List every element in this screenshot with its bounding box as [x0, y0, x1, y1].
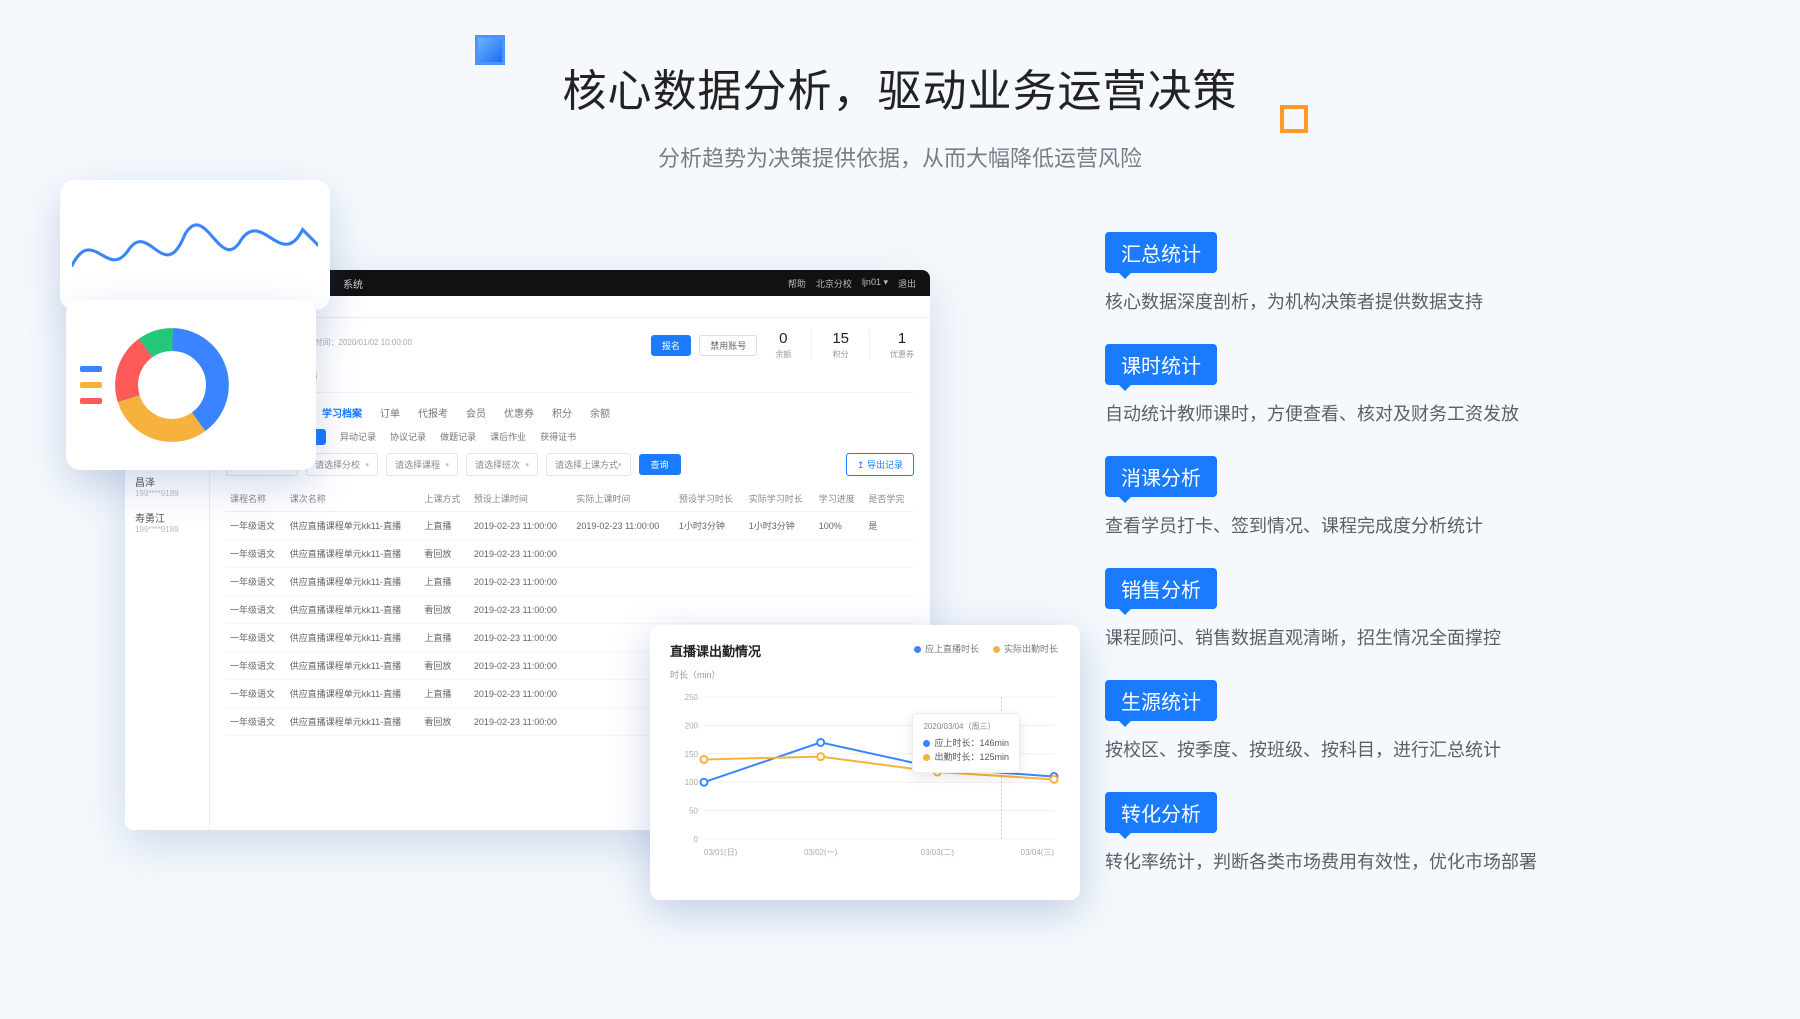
- table-row[interactable]: 一年级语文供应直播课程单元kk11-直播看回放2019-02-23 11:00:…: [226, 540, 914, 568]
- top-menu-item[interactable]: 系统: [343, 276, 363, 291]
- feature-desc: 核心数据深度剖析，为机构决策者提供数据支持: [1105, 289, 1705, 316]
- inner-tab[interactable]: 做题记录: [440, 432, 476, 442]
- profile-stat: 0余额: [775, 330, 791, 360]
- table-header: 实际学习时长: [745, 486, 815, 512]
- feature-desc: 自动统计教师课时，方便查看、核对及财务工资发放: [1105, 401, 1705, 428]
- feature-desc: 转化率统计，判断各类市场费用有效性，优化市场部署: [1105, 849, 1705, 876]
- feature-item: 课时统计自动统计教师课时，方便查看、核对及财务工资发放: [1105, 344, 1705, 428]
- section-tab[interactable]: 余额: [590, 405, 610, 420]
- attendance-chart-card: 直播课出勤情况 应上直播时长 实际出勤时长 时长（min） 0501001502…: [650, 625, 1080, 900]
- feature-desc: 查看学员打卡、签到情况、课程完成度分析统计: [1105, 513, 1705, 540]
- inner-tab[interactable]: 协议记录: [390, 432, 426, 442]
- feature-item: 转化分析转化率统计，判断各类市场费用有效性，优化市场部署: [1105, 792, 1705, 876]
- filter-mode[interactable]: 请选择上课方式: [546, 453, 631, 476]
- feature-tag: 销售分析: [1105, 568, 1217, 609]
- svg-text:03/03(二): 03/03(二): [921, 848, 955, 857]
- feature-tag: 课时统计: [1105, 344, 1217, 385]
- svg-text:250: 250: [685, 693, 699, 702]
- table-header: 上课方式: [420, 486, 470, 512]
- svg-text:03/04(三): 03/04(三): [1021, 848, 1055, 857]
- feature-item: 生源统计按校区、按季度、按班级、按科目，进行汇总统计: [1105, 680, 1705, 764]
- profile-stat: 15积分: [811, 330, 849, 360]
- top-right-item[interactable]: 退出: [898, 277, 916, 290]
- section-tab[interactable]: 订单: [380, 405, 400, 420]
- svg-text:03/01(日): 03/01(日): [704, 848, 738, 857]
- top-right: 帮助北京分校 ljn01 ▾ 退出: [788, 277, 916, 290]
- feature-desc: 按校区、按季度、按班级、按科目，进行汇总统计: [1105, 737, 1705, 764]
- hero-subtitle: 分析趋势为决策提供依据，从而大幅降低运营风险: [0, 141, 1800, 173]
- table-header: 实际上课时间: [572, 486, 674, 512]
- accent-square-blue: [475, 35, 505, 65]
- table-header: 预设上课时间: [470, 486, 572, 512]
- feature-tag: 转化分析: [1105, 792, 1217, 833]
- filter-course[interactable]: 请选择课程: [386, 453, 458, 476]
- svg-text:50: 50: [689, 807, 698, 816]
- table-header: 预设学习时长: [675, 486, 745, 512]
- disable-account-button[interactable]: 禁用账号: [699, 335, 757, 356]
- table-header: 学习进度: [815, 486, 865, 512]
- feature-tag: 生源统计: [1105, 680, 1217, 721]
- top-right-item[interactable]: ljn01 ▾: [862, 277, 888, 290]
- profile-stats: 0余额 15积分 1优惠券: [775, 330, 914, 360]
- export-button[interactable]: ↥ 导出记录: [846, 453, 914, 476]
- table-header: 是否学完: [864, 486, 914, 512]
- inner-tab[interactable]: 异动记录: [340, 432, 376, 442]
- svg-text:03/02(一): 03/02(一): [804, 848, 838, 857]
- screenshot-stage: 教学运营题库资源财务数据系统 帮助北京分校ljn01 ▾退出 管理班级管理学员通…: [60, 170, 1020, 870]
- svg-text:100: 100: [685, 778, 699, 787]
- table-row[interactable]: 一年级语文供应直播课程单元kk11-直播看回放2019-02-23 11:00:…: [226, 596, 914, 624]
- svg-text:0: 0: [694, 835, 699, 844]
- filter-class[interactable]: 请选择班次: [466, 453, 538, 476]
- inner-tab-row: 学习概况 上课记录异动记录协议记录做题记录课后作业获得证书: [226, 430, 914, 443]
- section-tab[interactable]: 代报考: [418, 405, 448, 420]
- table-header: 课程名称: [226, 486, 286, 512]
- chart-legend: 应上直播时长 实际出勤时长: [914, 642, 1058, 655]
- donut-card: [66, 300, 316, 470]
- section-tab[interactable]: 优惠券: [504, 405, 534, 420]
- profile-header: 全卿致 ○ 最后登录时间：2020/01/02 10:00:00 用户户：Ian…: [226, 330, 914, 393]
- wave-card: [60, 180, 330, 310]
- donut-legend: [80, 356, 102, 414]
- chart-tooltip: 2020/03/04（周三） 应上时长：146min 出勤时长：125min: [912, 713, 1020, 773]
- table-row[interactable]: 一年级语文供应直播课程单元kk11-直播上直播2019-02-23 11:00:…: [226, 512, 914, 540]
- table-header: 课次名称: [286, 486, 421, 512]
- feature-tag: 汇总统计: [1105, 232, 1217, 273]
- table-row[interactable]: 一年级语文供应直播课程单元kk11-直播上直播2019-02-23 11:00:…: [226, 568, 914, 596]
- table-header-row: 课程名称课次名称上课方式预设上课时间实际上课时间预设学习时长实际学习时长学习进度…: [226, 486, 914, 512]
- section-tab[interactable]: 会员: [466, 405, 486, 420]
- chart-ylabel: 时长（min）: [670, 668, 1060, 681]
- feature-list: 汇总统计核心数据深度剖析，为机构决策者提供数据支持课时统计自动统计教师课时，方便…: [1105, 232, 1705, 904]
- feature-tag: 消课分析: [1105, 456, 1217, 497]
- attendance-chart: 0 50 100 150 200 250 03/01(日) 03/02(一) 03/03(二) 0…: [670, 681, 1060, 871]
- accent-square-orange: [1280, 105, 1308, 133]
- inner-tab[interactable]: 课后作业: [490, 432, 526, 442]
- section-tabs: 咨询记录报名学习档案订单代报考会员优惠券积分余额: [226, 405, 914, 420]
- top-right-item[interactable]: 北京分校: [816, 277, 852, 290]
- filter-bar: 直播 请选择分校 请选择课程 请选择班次 请选择上课方式 查询 ↥ 导出记录: [226, 453, 914, 476]
- student-item[interactable]: 昌泽199****9189: [125, 468, 209, 504]
- profile-actions: 报名 禁用账号: [647, 335, 757, 356]
- feature-item: 汇总统计核心数据深度剖析，为机构决策者提供数据支持: [1105, 232, 1705, 316]
- donut-icon: [112, 325, 232, 445]
- hero-title: 核心数据分析，驱动业务运营决策: [0, 55, 1800, 119]
- inner-tab[interactable]: 获得证书: [540, 432, 576, 442]
- section-tab[interactable]: 积分: [552, 405, 572, 420]
- hero-section: 核心数据分析，驱动业务运营决策 分析趋势为决策提供依据，从而大幅降低运营风险: [0, 0, 1800, 173]
- filter-school[interactable]: 请选择分校: [306, 453, 378, 476]
- student-item[interactable]: 寿勇江199****9189: [125, 504, 209, 540]
- profile-stat: 1优惠券: [869, 330, 914, 360]
- feature-item: 销售分析课程顾问、销售数据直观清晰，招生情况全面撑控: [1105, 568, 1705, 652]
- feature-desc: 课程顾问、销售数据直观清晰，招生情况全面撑控: [1105, 625, 1705, 652]
- top-right-item[interactable]: 帮助: [788, 277, 806, 290]
- section-tab[interactable]: 学习档案: [322, 405, 362, 420]
- svg-text:150: 150: [685, 750, 699, 759]
- feature-item: 消课分析查看学员打卡、签到情况、课程完成度分析统计: [1105, 456, 1705, 540]
- svg-text:200: 200: [685, 721, 699, 730]
- enroll-button[interactable]: 报名: [651, 335, 691, 356]
- query-button[interactable]: 查询: [639, 454, 681, 475]
